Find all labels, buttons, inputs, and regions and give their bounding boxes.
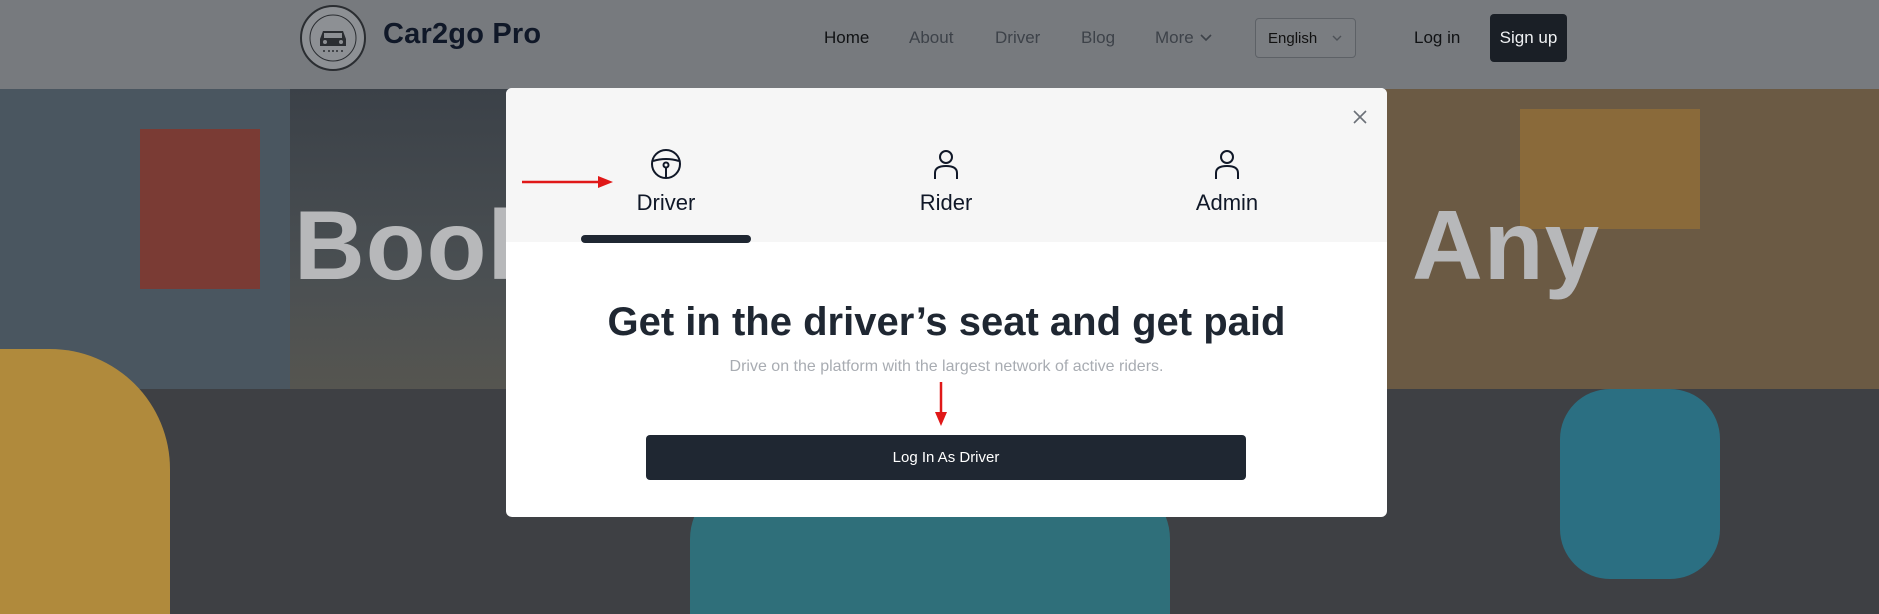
tab-rider[interactable]: Rider bbox=[861, 148, 1031, 216]
building-red bbox=[140, 129, 260, 289]
tab-admin-label: Admin bbox=[1195, 190, 1259, 215]
role-select-modal: Driver Rider Admin Get in the driver’s s… bbox=[506, 88, 1387, 517]
modal-heading: Get in the driver’s seat and get paid bbox=[607, 300, 1286, 344]
active-tab-indicator bbox=[581, 235, 751, 243]
site-header: Car2go Pro Home About Driver Blog More E… bbox=[0, 0, 1879, 89]
login-link[interactable]: Log in bbox=[1414, 28, 1460, 48]
chevron-down-icon bbox=[1200, 34, 1212, 42]
nav-blog[interactable]: Blog bbox=[1081, 28, 1115, 48]
annotation-arrow-down-icon bbox=[935, 382, 947, 426]
nav-driver[interactable]: Driver bbox=[995, 28, 1040, 48]
person-icon bbox=[934, 150, 958, 179]
close-icon[interactable] bbox=[1349, 106, 1371, 128]
nav-more[interactable]: More bbox=[1155, 28, 1212, 48]
tab-driver-label: Driver bbox=[636, 190, 696, 215]
car-logo-icon bbox=[309, 14, 357, 62]
modal-subtext: Drive on the platform with the largest n… bbox=[729, 358, 1164, 375]
nav-home[interactable]: Home bbox=[824, 28, 869, 48]
chevron-down-icon bbox=[1332, 35, 1342, 41]
nav-more-label: More bbox=[1155, 28, 1194, 47]
scooter bbox=[1560, 389, 1720, 579]
tab-admin[interactable]: Admin bbox=[1142, 148, 1312, 216]
login-as-driver-button[interactable]: Log In As Driver bbox=[646, 435, 1246, 480]
language-select[interactable]: English bbox=[1255, 18, 1356, 58]
brand-name[interactable]: Car2go Pro bbox=[383, 18, 541, 51]
language-value: English bbox=[1268, 29, 1318, 47]
steering-wheel-icon bbox=[651, 149, 681, 179]
annotation-arrow-right-icon bbox=[522, 176, 613, 188]
nav-about[interactable]: About bbox=[909, 28, 953, 48]
logo[interactable] bbox=[300, 5, 366, 71]
hero-title-right: Any bbox=[1412, 190, 1601, 300]
person-icon bbox=[1215, 150, 1239, 179]
signup-button[interactable]: Sign up bbox=[1490, 14, 1567, 62]
tab-rider-label: Rider bbox=[919, 190, 973, 215]
